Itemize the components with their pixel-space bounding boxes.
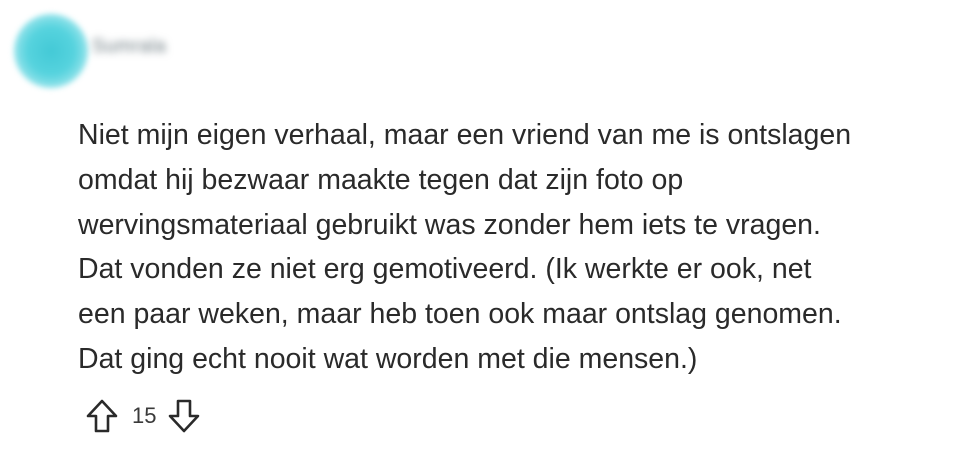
- arrow-up-outline-icon: [86, 399, 118, 433]
- vote-count: 15: [132, 403, 157, 428]
- upvote-button[interactable]: [84, 396, 120, 436]
- downvote-button[interactable]: [166, 396, 202, 436]
- comment-header: Sumrala: [14, 14, 166, 88]
- arrow-down-outline-icon: [169, 399, 200, 433]
- avatar[interactable]: [14, 14, 88, 88]
- vote-bar: 15: [84, 396, 202, 436]
- comment: Sumrala Niet mijn eigen verhaal, maar ee…: [0, 0, 964, 456]
- comment-body: Niet mijn eigen verhaal, maar een vriend…: [78, 119, 852, 375]
- username[interactable]: Sumrala: [92, 36, 166, 58]
